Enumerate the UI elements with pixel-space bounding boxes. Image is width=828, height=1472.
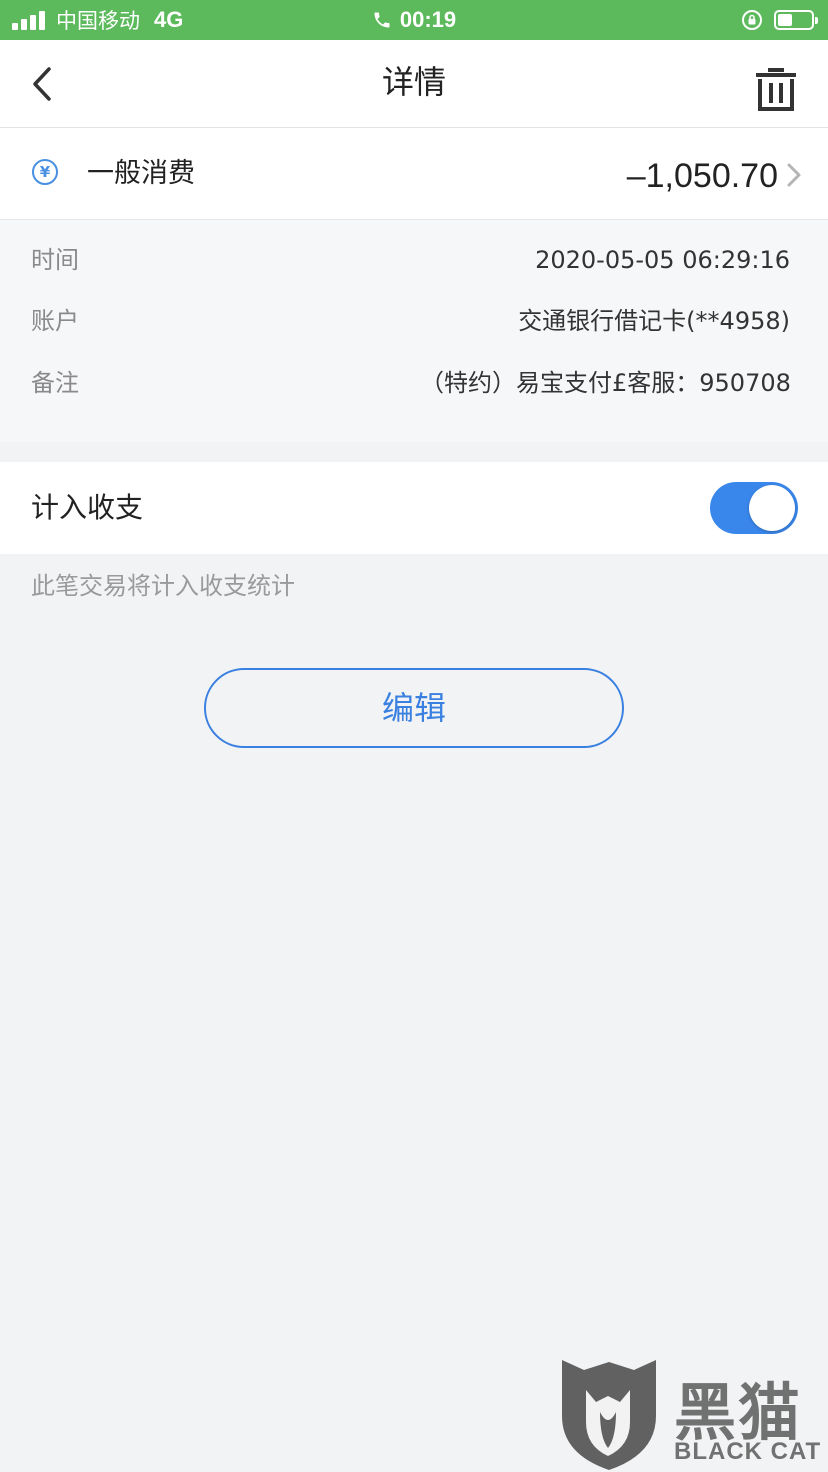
- blackcat-watermark: 黑猫 BLACK CAT: [556, 1356, 828, 1472]
- trash-icon: [756, 68, 796, 111]
- time-label: 时间: [31, 246, 79, 274]
- account-value: 交通银行借记卡(**4958): [518, 307, 790, 335]
- yen-icon: ¥: [32, 159, 58, 185]
- include-in-stats-label: 计入收支: [31, 491, 144, 524]
- page-title: 详情: [381, 63, 446, 101]
- detail-row-note: 备注 （特约）易宝支付£客服：950708: [0, 363, 828, 403]
- cat-shield-logo: [562, 1360, 656, 1470]
- nav-bar: 详情: [0, 40, 828, 128]
- transaction-amount: –1,050.70: [626, 157, 778, 195]
- note-value: （特约）易宝支付£客服：950708: [420, 369, 790, 397]
- chevron-right-icon: [787, 163, 801, 187]
- status-center: 00:19: [0, 0, 828, 40]
- detail-row-account: 账户 交通银行借记卡(**4958): [0, 301, 828, 341]
- edit-button[interactable]: 编辑: [204, 668, 624, 748]
- include-in-stats-row: 计入收支: [0, 462, 828, 554]
- delete-button[interactable]: [754, 66, 798, 112]
- status-right: [740, 0, 818, 40]
- battery-icon: [774, 10, 818, 30]
- transaction-summary-row[interactable]: ¥ 一般消费 –1,050.70: [0, 128, 828, 220]
- detail-row-time: 时间 2020-05-05 06:29:16: [0, 240, 828, 280]
- status-time: 00:19: [399, 7, 457, 32]
- account-label: 账户: [31, 307, 79, 335]
- category-label: 一般消费: [87, 158, 195, 189]
- battery-fill: [778, 14, 792, 26]
- time-value: 2020-05-05 06:29:16: [535, 246, 790, 274]
- phone-icon: [374, 12, 390, 28]
- rotation-lock-icon: [742, 10, 762, 30]
- include-in-stats-hint: 此笔交易将计入收支统计: [31, 572, 295, 600]
- status-bar: 中国移动 4G 00:19: [0, 0, 828, 40]
- include-in-stats-switch[interactable]: [710, 482, 798, 534]
- transaction-details: 时间 2020-05-05 06:29:16 账户 交通银行借记卡(**4958…: [0, 220, 828, 442]
- watermark-subtext: BLACK CAT: [674, 1438, 822, 1465]
- switch-knob: [749, 485, 795, 531]
- note-label: 备注: [31, 369, 79, 397]
